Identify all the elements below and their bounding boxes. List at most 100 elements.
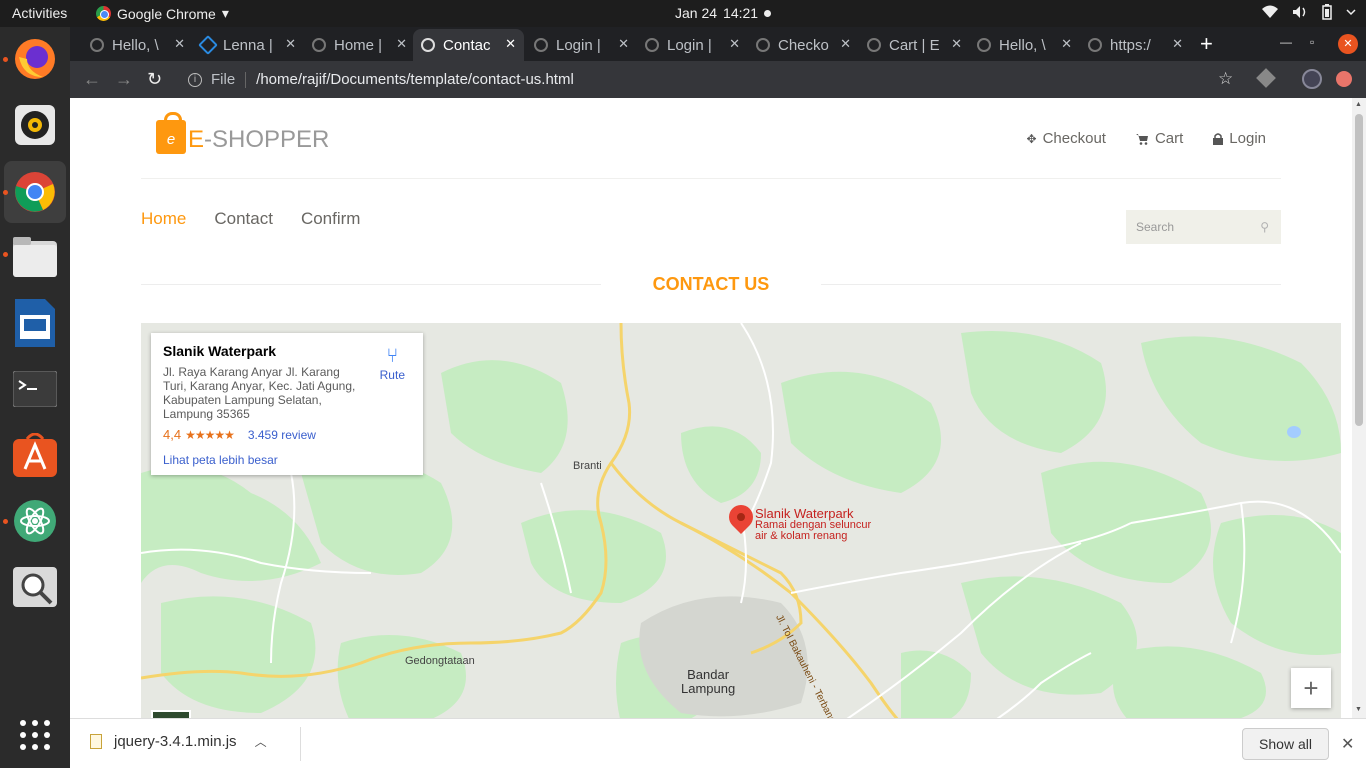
- tab-close-icon[interactable]: ✕: [729, 36, 740, 52]
- chrome-icon: [15, 172, 55, 212]
- atom-launcher[interactable]: [11, 497, 59, 545]
- tab-https[interactable]: https:/ ✕: [1080, 29, 1191, 61]
- view-larger-map-link[interactable]: Lihat peta lebih besar: [163, 453, 411, 467]
- embedded-map[interactable]: Slanik Waterpark Jl. Raya Karang Anyar J…: [141, 323, 1341, 718]
- scroll-down-icon[interactable]: ▼: [1355, 706, 1362, 713]
- close-downloads-icon[interactable]: ✕: [1341, 734, 1354, 754]
- page-scrollbar[interactable]: ▲ ▼: [1352, 98, 1366, 718]
- zoom-in-button[interactable]: +: [1291, 668, 1331, 708]
- terminal-icon: [13, 371, 57, 407]
- tab-hello-1[interactable]: Hello, \ ✕: [82, 29, 193, 61]
- header-link-cart[interactable]: Cart: [1135, 130, 1183, 147]
- globe-icon: [421, 38, 435, 52]
- notification-dot-icon: [764, 9, 772, 17]
- image-viewer-launcher[interactable]: [11, 563, 59, 611]
- chevron-up-icon[interactable]: ︿: [255, 733, 267, 750]
- nav-confirm[interactable]: Confirm: [301, 209, 361, 229]
- rhythmbox-launcher[interactable]: [11, 101, 59, 149]
- tab-close-icon[interactable]: ✕: [840, 36, 851, 52]
- app-menu-label: Google Chrome: [117, 5, 216, 22]
- tab-cart[interactable]: Cart | E ✕: [859, 29, 970, 61]
- running-indicator: [3, 190, 8, 195]
- show-applications-button[interactable]: [11, 711, 59, 759]
- window-close-icon[interactable]: ✕: [1338, 34, 1358, 54]
- directions-button[interactable]: ⑂ Rute: [380, 345, 405, 382]
- globe-icon: [1088, 38, 1102, 52]
- directions-icon: ⑂: [386, 345, 399, 367]
- tab-contact-us[interactable]: Contac ✕: [413, 29, 524, 61]
- tab-label: Hello, \: [999, 36, 1046, 54]
- header-links: ✥ Checkout Cart Login: [1027, 130, 1266, 147]
- tab-close-icon[interactable]: ✕: [396, 36, 407, 52]
- tab-login-1[interactable]: Login | ✕: [526, 29, 637, 61]
- libreoffice-impress-icon: [15, 299, 55, 347]
- map-pin-label[interactable]: Slanik Waterpark Ramai dengan seluncur a…: [755, 507, 871, 542]
- tab-close-icon[interactable]: ✕: [285, 36, 296, 52]
- chrome-launcher[interactable]: [4, 161, 66, 223]
- tab-close-icon[interactable]: ✕: [1172, 36, 1183, 52]
- site-logo[interactable]: e E-SHOPPER: [156, 112, 329, 154]
- tab-close-icon[interactable]: ✕: [1061, 36, 1072, 52]
- rhythmbox-icon: [15, 105, 55, 145]
- url-text[interactable]: /home/rajif/Documents/template/contact-u…: [256, 71, 574, 88]
- software-center-launcher[interactable]: [11, 431, 59, 479]
- show-all-button[interactable]: Show all: [1242, 728, 1329, 760]
- address-bar[interactable]: i File /home/rajif/Documents/template/co…: [178, 65, 1278, 94]
- app-menu[interactable]: Google Chrome ▾: [96, 5, 229, 22]
- place-address: Jl. Raya Karang Anyar Jl. Karang Turi, K…: [163, 365, 356, 421]
- firefox-launcher[interactable]: [11, 35, 59, 83]
- info-icon[interactable]: i: [188, 72, 202, 87]
- tab-label: Contac: [443, 36, 491, 54]
- new-tab-plus-icon[interactable]: +: [1200, 31, 1213, 57]
- satellite-toggle[interactable]: [151, 710, 191, 718]
- header-link-checkout[interactable]: ✥ Checkout: [1027, 130, 1106, 147]
- scroll-up-icon[interactable]: ▲: [1355, 101, 1362, 108]
- system-tray[interactable]: [1262, 4, 1356, 20]
- bookmark-star-icon[interactable]: ☆: [1218, 69, 1233, 89]
- libreoffice-impress-launcher[interactable]: [11, 299, 59, 347]
- tab-label: Checko: [778, 36, 829, 54]
- place-label-bandar-lampung: Bandar Lampung: [681, 667, 736, 696]
- header-link-login[interactable]: Login: [1213, 130, 1266, 147]
- tab-close-icon[interactable]: ✕: [618, 36, 629, 52]
- review-count-link[interactable]: 3.459 review: [248, 428, 316, 442]
- atom-icon: [14, 500, 56, 542]
- system-top-bar: Activities Google Chrome ▾ Jan 24 14:21: [0, 0, 1366, 27]
- globe-icon: [867, 38, 881, 52]
- globe-icon: [534, 38, 548, 52]
- firefox-icon: [15, 39, 55, 79]
- files-launcher[interactable]: [11, 233, 59, 281]
- download-item[interactable]: jquery-3.4.1.min.js ︿: [90, 733, 267, 750]
- rating-value: 4,4: [163, 427, 182, 442]
- url-separator: [245, 71, 247, 88]
- search-icon[interactable]: ⚲: [1260, 210, 1269, 244]
- profile-avatar[interactable]: [1302, 69, 1322, 89]
- back-arrow-icon[interactable]: ←: [83, 69, 101, 90]
- map-info-card: Slanik Waterpark Jl. Raya Karang Anyar J…: [151, 333, 423, 475]
- tab-hello-2[interactable]: Hello, \ ✕: [969, 29, 1080, 61]
- nav-contact[interactable]: Contact: [214, 209, 273, 229]
- tab-home[interactable]: Home | ✕: [304, 29, 415, 61]
- search-input[interactable]: Search ⚲: [1126, 210, 1281, 244]
- place-label-gedongtataan: Gedongtataan: [405, 655, 475, 667]
- scrollbar-thumb[interactable]: [1355, 114, 1363, 426]
- activities-button[interactable]: Activities: [12, 5, 67, 21]
- tab-close-icon[interactable]: ✕: [951, 36, 962, 52]
- update-menu-icon[interactable]: [1336, 71, 1352, 87]
- forward-arrow-icon[interactable]: →: [115, 69, 133, 90]
- running-indicator: [3, 519, 8, 524]
- minimize-icon[interactable]: —: [1280, 35, 1292, 49]
- reload-icon[interactable]: ↻: [147, 69, 162, 90]
- tab-close-icon[interactable]: ✕: [505, 36, 516, 52]
- terminal-launcher[interactable]: [11, 365, 59, 413]
- nav-home[interactable]: Home: [141, 209, 186, 229]
- tab-login-2[interactable]: Login | ✕: [637, 29, 748, 61]
- tab-lenna[interactable]: Lenna | ✕: [193, 29, 304, 61]
- maximize-icon[interactable]: ▫: [1310, 35, 1314, 49]
- tab-close-icon[interactable]: ✕: [174, 36, 185, 52]
- power-menu-icon: [1346, 9, 1356, 16]
- browser-toolbar: ← → ↻ i File /home/rajif/Documents/templ…: [70, 61, 1366, 98]
- clock[interactable]: Jan 24 14:21: [675, 5, 772, 21]
- section-title-wrap: CONTACT US: [141, 274, 1281, 296]
- tab-checkout[interactable]: Checko ✕: [748, 29, 859, 61]
